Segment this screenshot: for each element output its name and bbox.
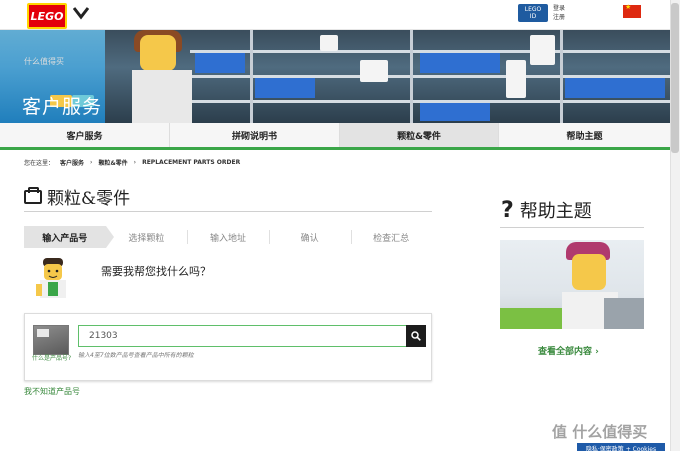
watermark-text: 什么值得买 [24, 57, 64, 66]
parts-bin [420, 103, 490, 121]
minifig-head [140, 35, 176, 71]
question-mark-icon: ? [501, 197, 514, 223]
lego-logo[interactable]: LEGO [27, 3, 67, 29]
brick-box [320, 35, 338, 51]
chevron-right-icon: › [133, 159, 137, 166]
top-bar: LEGO LEGO ID 登录 注册 [0, 0, 680, 30]
step-confirm: 确认 [300, 233, 319, 244]
product-box-image [33, 325, 69, 355]
lego-id-badge[interactable]: LEGO ID [518, 4, 548, 22]
checkout-steps: 输入产品号 选择颗粒 输入地址 确认 检查汇总 [24, 226, 432, 248]
help-divider [500, 227, 644, 228]
lego-id-line1: LEGO [524, 6, 542, 13]
see-all-label: 查看全部内容 [538, 347, 593, 357]
brick-box [530, 35, 555, 65]
breadcrumb-prefix: 您在这里： [24, 160, 55, 167]
help-topics-title: 帮助主题 [519, 201, 592, 222]
shelf-column [410, 30, 413, 123]
nav-item-bricks-parts[interactable]: 颗粒&零件 [340, 123, 499, 147]
lego-id-line2: ID [529, 13, 537, 20]
dont-know-product-number-link[interactable]: 我不知道产品号 [24, 386, 80, 397]
image-green-baseplate [500, 308, 570, 329]
image-laptop [604, 298, 644, 329]
shelf-column [250, 30, 253, 123]
hero-title: 客户服务 [22, 96, 103, 118]
china-flag-icon[interactable] [623, 3, 641, 18]
parts-bin [420, 53, 500, 73]
minifig-body [132, 70, 192, 123]
what-is-product-number-link[interactable]: 什么是产品号? [32, 355, 72, 363]
chevron-right-icon: › [595, 347, 599, 357]
product-search-panel: 什么是产品号? 输入4至7位数产品号查看产品中所有的颗粒 [24, 313, 432, 381]
chevron-right-icon: › [90, 159, 93, 166]
breadcrumb-link[interactable]: 客户服务 [60, 158, 84, 167]
step-enter-product-number[interactable]: 输入产品号 [24, 226, 114, 248]
help-prompt-text: 需要我帮您找什么吗？ [101, 265, 211, 278]
vertical-scrollbar[interactable] [670, 0, 680, 451]
parts-bin [255, 78, 315, 98]
nav-item-building-instructions[interactable]: 拼砌说明书 [170, 123, 340, 147]
breadcrumb-current: REPLACEMENT PARTS ORDER [142, 159, 241, 166]
lego-logo-text: LEGO [30, 9, 64, 23]
watermark-brand: 值 什么值得买 [552, 423, 648, 441]
step-review-summary: 检查汇总 [373, 233, 410, 244]
search-icon [411, 331, 421, 341]
account-links: 登录 注册 [553, 4, 565, 22]
search-button[interactable] [406, 325, 426, 347]
see-all-content-link[interactable]: 查看全部内容 › [538, 344, 599, 357]
chevron-down-icon[interactable] [73, 6, 89, 20]
page-title-block: 颗粒&零件 [24, 184, 130, 209]
parts-bin [565, 78, 665, 98]
brick-box [360, 60, 388, 82]
step-enter-address: 输入地址 [209, 233, 246, 244]
cookies-badge[interactable]: 隐私·保密政策 + Cookies [577, 443, 665, 451]
breadcrumb: 您在这里： 客户服务 › 颗粒&零件 › REPLACEMENT PARTS O… [24, 158, 240, 167]
shelf-column [560, 30, 563, 123]
breadcrumb-link[interactable]: 颗粒&零件 [98, 158, 127, 167]
step-select-bricks: 选择颗粒 [128, 233, 165, 244]
brick-box [506, 60, 526, 98]
parts-bin [195, 53, 245, 73]
nav-item-customer-service[interactable]: 客户服务 [0, 123, 170, 147]
page-title: 颗粒&零件 [47, 189, 131, 209]
register-link[interactable]: 注册 [553, 13, 565, 22]
login-link[interactable]: 登录 [553, 4, 565, 13]
nav-item-help-topics[interactable]: 帮助主题 [499, 123, 670, 147]
image-minifig-head [572, 254, 606, 290]
step-divider [351, 230, 352, 244]
help-topics-image[interactable] [500, 240, 644, 329]
helper-minifig-avatar [36, 258, 66, 298]
scrollbar-thumb[interactable] [671, 3, 679, 153]
hero-banner: 什么值得买 客户服务 [0, 30, 670, 123]
product-number-input[interactable] [78, 325, 426, 347]
search-hint: 输入4至7位数产品号查看产品中所有的颗粒 [78, 352, 194, 359]
step-divider [269, 230, 270, 244]
main-nav: 客户服务 拼砌说明书 颗粒&零件 帮助主题 [0, 123, 670, 150]
title-divider [24, 211, 432, 212]
step-divider [187, 230, 188, 244]
help-topics-heading: ? 帮助主题 [501, 197, 592, 223]
folder-icon [24, 186, 42, 204]
